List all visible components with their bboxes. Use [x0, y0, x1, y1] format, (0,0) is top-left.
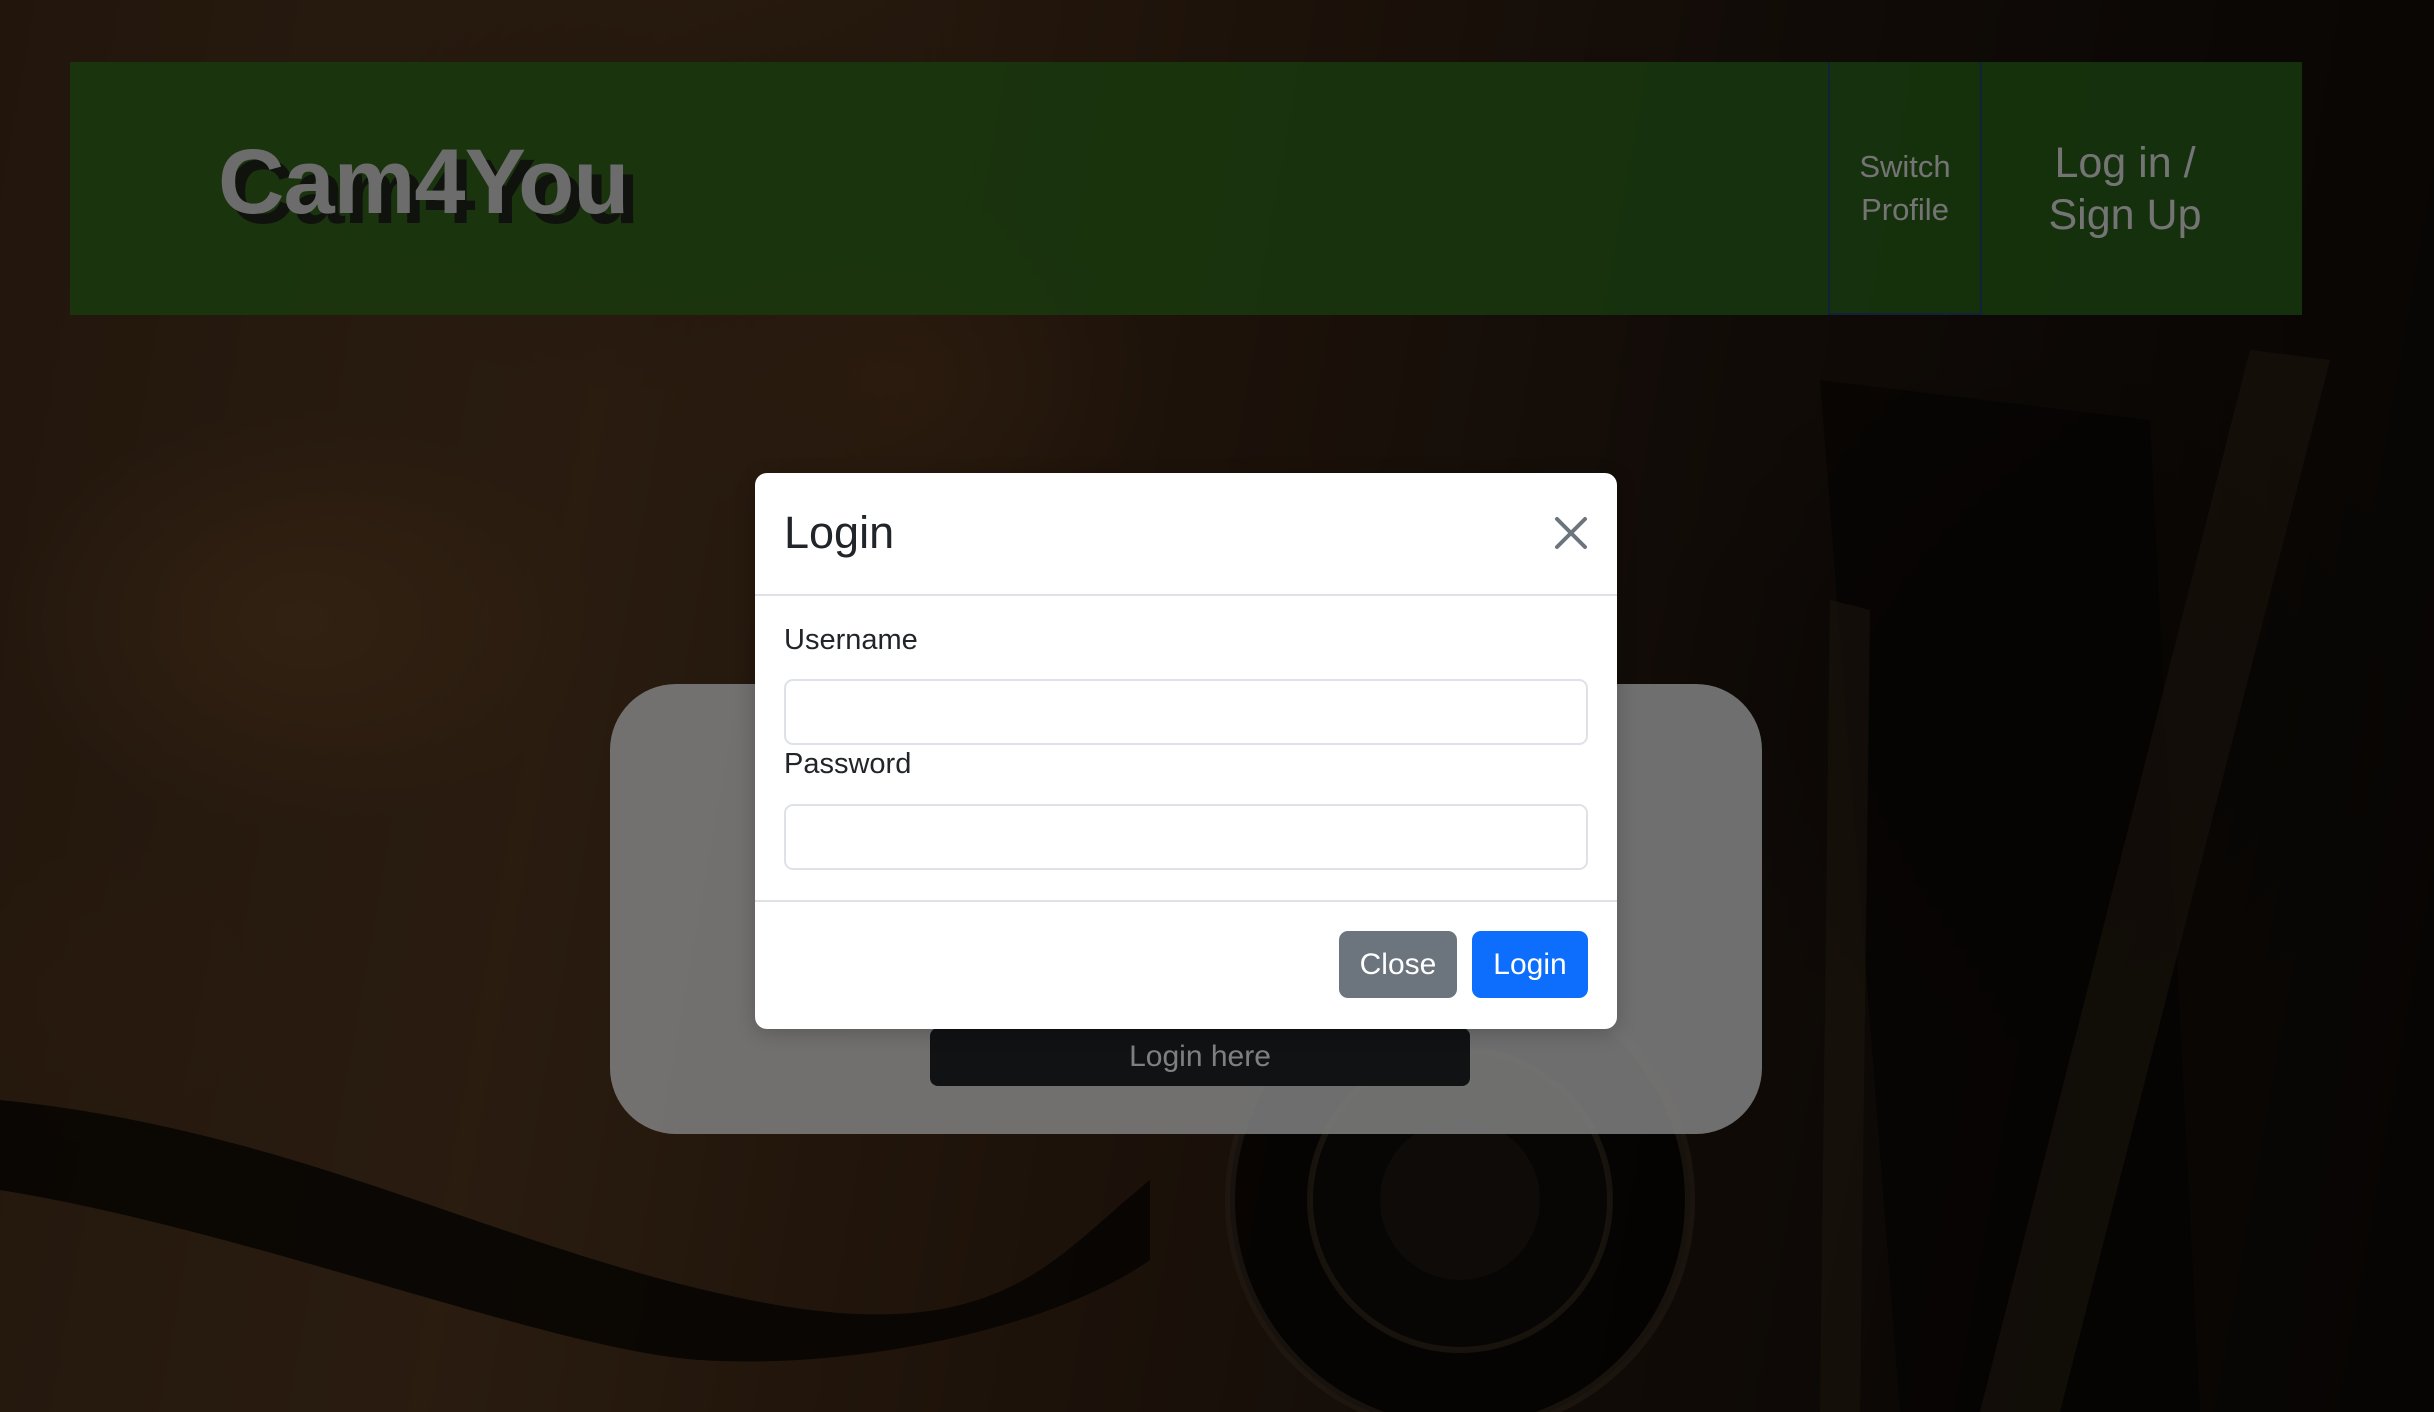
password-label: Password: [784, 748, 912, 780]
login-modal: Login Username Password Close Login: [755, 473, 1617, 1029]
modal-header: Login: [755, 473, 1617, 596]
modal-footer: Close Login: [755, 902, 1617, 1029]
close-button[interactable]: Close: [1339, 931, 1457, 998]
password-input[interactable]: [784, 804, 1588, 870]
modal-title: Login: [784, 507, 895, 558]
close-icon[interactable]: [1549, 511, 1593, 555]
modal-body: Username Password: [755, 596, 1617, 902]
username-label: Username: [784, 624, 918, 656]
username-input[interactable]: [784, 679, 1588, 745]
login-button[interactable]: Login: [1472, 931, 1588, 998]
